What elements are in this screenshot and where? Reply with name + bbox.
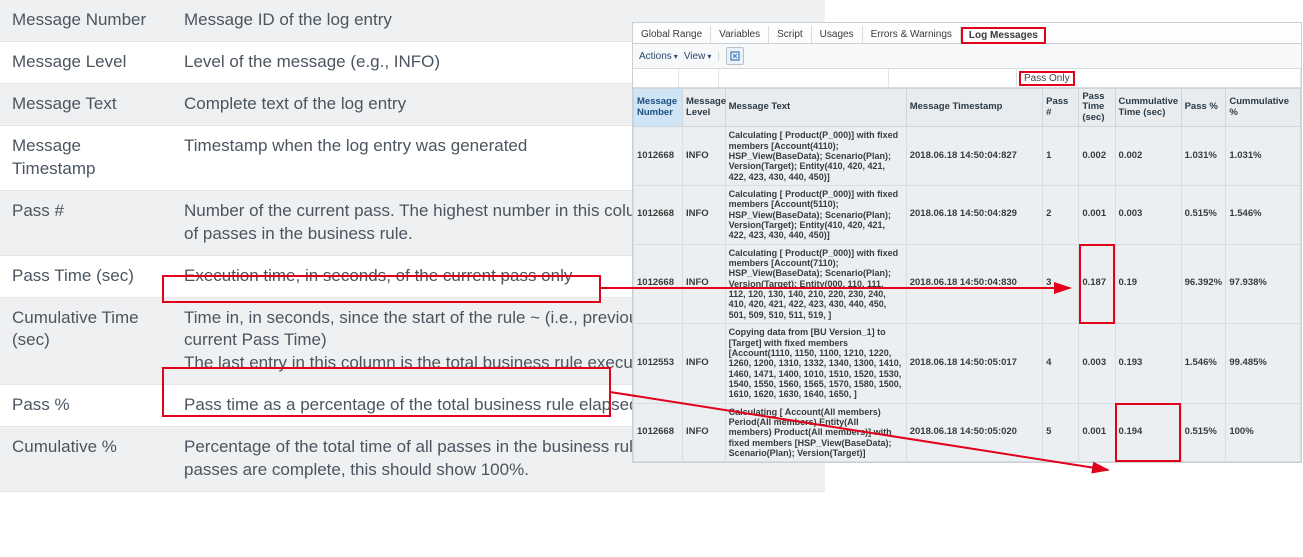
def-term: Pass %: [0, 385, 172, 427]
def-term: Message Level: [0, 41, 172, 83]
table-row[interactable]: 1012668INFOCalculating [ Account(All mem…: [634, 403, 1301, 462]
log-grid: Message Number Message Level Message Tex…: [633, 88, 1301, 462]
col-msg-level[interactable]: Message Level: [683, 89, 726, 127]
def-term: Pass #: [0, 190, 172, 255]
table-row[interactable]: 1012553INFOCopying data from [BU Version…: [634, 324, 1301, 403]
col-pass-time[interactable]: Pass Time (sec): [1079, 89, 1115, 127]
tab-log-messages[interactable]: Log Messages: [961, 27, 1046, 44]
def-term: Cumulative Time (sec): [0, 297, 172, 385]
pass-only-label: Pass Only: [1019, 71, 1075, 86]
tab-usages[interactable]: Usages: [812, 26, 863, 43]
table-row[interactable]: 1012668INFOCalculating [ Product(P_000)]…: [634, 127, 1301, 186]
def-term: Pass Time (sec): [0, 255, 172, 297]
tab-errors[interactable]: Errors & Warnings: [863, 26, 961, 43]
col-cum-time[interactable]: Cummulative Time (sec): [1115, 89, 1181, 127]
panel-tabs: Global Range Variables Script Usages Err…: [633, 23, 1301, 44]
log-panel: Global Range Variables Script Usages Err…: [632, 22, 1302, 463]
tab-variables[interactable]: Variables: [711, 26, 769, 43]
col-msg-number[interactable]: Message Number: [634, 89, 683, 127]
detach-icon[interactable]: [726, 47, 744, 65]
panel-toolbar: Actions▾ View▾ |: [633, 44, 1301, 69]
filter-msg-level[interactable]: [679, 69, 718, 85]
def-term: Message Text: [0, 83, 172, 125]
chevron-down-icon: ▾: [674, 52, 678, 61]
def-term: Cumulative %: [0, 427, 172, 492]
view-menu[interactable]: View▾: [684, 51, 712, 62]
actions-menu[interactable]: Actions▾: [639, 51, 678, 62]
tab-global-range[interactable]: Global Range: [633, 26, 711, 43]
col-msg-text[interactable]: Message Text: [725, 89, 906, 127]
col-cum-pct[interactable]: Cummulative %: [1226, 89, 1301, 127]
def-term: Message Number: [0, 0, 172, 41]
col-pass-num[interactable]: Pass #: [1043, 89, 1079, 127]
table-row[interactable]: 1012668INFOCalculating [ Product(P_000)]…: [634, 186, 1301, 245]
def-term: Message Timestamp: [0, 125, 172, 190]
table-row[interactable]: 1012668INFOCalculating [ Product(P_000)]…: [634, 244, 1301, 323]
col-pass-pct[interactable]: Pass %: [1181, 89, 1226, 127]
chevron-down-icon: ▾: [707, 52, 711, 61]
filter-row: Pass Only: [633, 69, 1301, 88]
filter-msg-number[interactable]: [633, 69, 678, 85]
col-msg-ts[interactable]: Message Timestamp: [906, 89, 1042, 127]
tab-script[interactable]: Script: [769, 26, 812, 43]
